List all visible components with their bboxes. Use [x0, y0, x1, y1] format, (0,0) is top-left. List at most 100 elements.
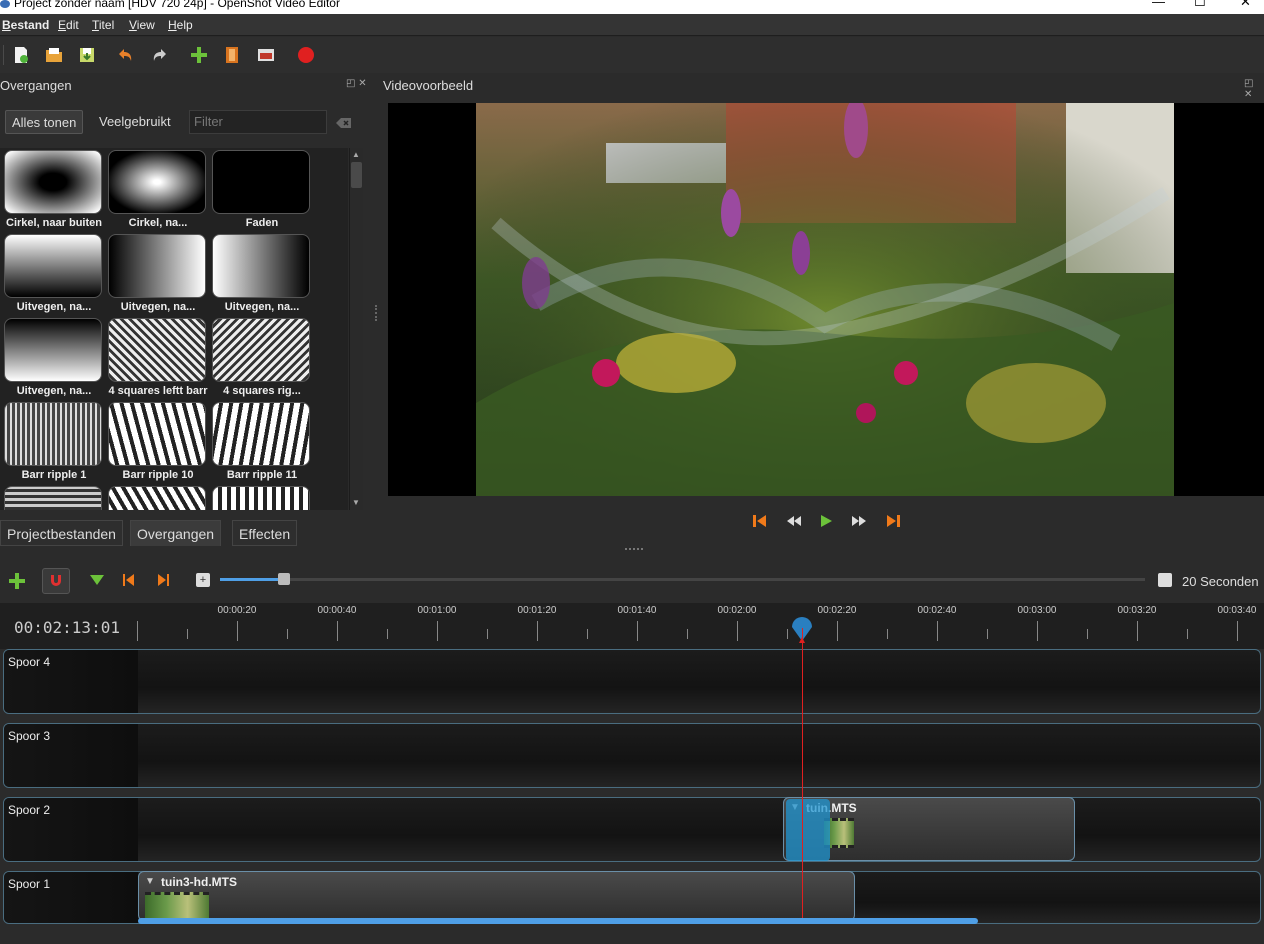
- jump-start-icon[interactable]: [751, 512, 769, 530]
- transition-thumb[interactable]: [2, 484, 106, 510]
- ruler-tick: [1087, 629, 1088, 639]
- play-icon[interactable]: [817, 512, 835, 530]
- transition-thumb[interactable]: Faden: [210, 148, 314, 232]
- scroll-up-icon[interactable]: ▲: [352, 150, 360, 159]
- zoom-slider-track[interactable]: [220, 578, 1145, 581]
- video-preview[interactable]: [388, 103, 1264, 496]
- track-name: Spoor 3: [8, 729, 51, 743]
- ruler-tick: [887, 629, 888, 639]
- jump-end-icon[interactable]: [884, 512, 902, 530]
- export-video-icon[interactable]: [296, 45, 316, 65]
- ruler-label: 00:01:40: [617, 605, 657, 616]
- transition-thumb[interactable]: Barr ripple 1: [2, 400, 106, 484]
- menu-titel[interactable]: Titel: [92, 18, 114, 32]
- app-icon: [0, 0, 10, 8]
- import-files-icon[interactable]: [189, 45, 209, 65]
- ruler-label: 00:01:00: [417, 605, 457, 616]
- ruler-tick: [937, 621, 938, 641]
- transition-thumb[interactable]: [210, 484, 314, 510]
- main-toolbar: [0, 37, 1264, 73]
- tab-projectbestanden[interactable]: Projectbestanden: [0, 520, 123, 546]
- tab-effecten[interactable]: Effecten: [232, 520, 298, 546]
- ruler-label: 00:03:40: [1217, 605, 1257, 616]
- transition-thumb[interactable]: Cirkel, naar buiten: [2, 148, 106, 232]
- transition-preview-image: [4, 150, 102, 214]
- window-title: Project zonder naam [HDV 720 24p] - Open…: [14, 0, 340, 10]
- transition-thumb[interactable]: Uitvegen, na...: [106, 232, 210, 316]
- undo-icon[interactable]: [115, 45, 135, 65]
- playhead-line: [802, 628, 803, 920]
- transition-label: Uitvegen, na...: [16, 385, 92, 397]
- ruler-tick: [137, 621, 138, 641]
- new-project-icon[interactable]: [11, 45, 31, 65]
- transition-thumb[interactable]: Uitvegen, na...: [2, 232, 106, 316]
- ruler-label: 00:02:20: [817, 605, 857, 616]
- menu-edit[interactable]: Edit: [58, 18, 79, 32]
- transition-label: Barr ripple 11: [226, 469, 298, 481]
- next-marker-icon[interactable]: [155, 572, 171, 588]
- transitions-scrollbar[interactable]: ▲ ▼: [349, 148, 363, 510]
- ruler-tick: [787, 629, 788, 639]
- transition-thumb[interactable]: Uitvegen, na...: [2, 316, 106, 400]
- add-marker-icon[interactable]: [89, 572, 105, 588]
- transition-preview-image: [212, 318, 310, 382]
- panel-float-close-icon[interactable]: ◰ ✕: [346, 78, 367, 89]
- transition-label: 4 squares leftt barr: [108, 385, 208, 397]
- ruler-label: 00:03:00: [1017, 605, 1057, 616]
- add-track-icon[interactable]: [8, 572, 26, 590]
- ruler-tick: [837, 621, 838, 641]
- transition-label: Barr ripple 10: [122, 469, 194, 481]
- fast-forward-icon[interactable]: [850, 512, 868, 530]
- show-all-button[interactable]: Alles tonen: [5, 110, 84, 134]
- fullscreen-icon[interactable]: [256, 45, 276, 65]
- transition-preview-image: [108, 234, 206, 298]
- rewind-icon[interactable]: [785, 512, 803, 530]
- zoom-slider-handle[interactable]: [278, 573, 290, 585]
- scroll-down-icon[interactable]: ▼: [352, 498, 360, 507]
- timeline-ruler[interactable]: 00:02:13:01 00:00:20 00:00:40 00:01:00 00:0…: [0, 603, 1264, 649]
- splitter-handle[interactable]: [375, 305, 377, 321]
- open-project-icon[interactable]: [44, 45, 64, 65]
- transition-thumb[interactable]: Barr ripple 11: [210, 400, 314, 484]
- transition-thumb[interactable]: [106, 484, 210, 510]
- snapping-toggle-button[interactable]: [42, 568, 70, 594]
- preview-float-close-icon[interactable]: ◰ ✕: [1244, 78, 1264, 100]
- zoom-out-icon[interactable]: [1158, 573, 1172, 587]
- clip-menu-icon[interactable]: ▼: [145, 876, 155, 887]
- transition-block[interactable]: [786, 799, 830, 861]
- redo-icon[interactable]: [150, 45, 170, 65]
- transition-thumb[interactable]: Barr ripple 10: [106, 400, 210, 484]
- ruler-tick: [387, 629, 388, 639]
- ruler-label: 00:01:20: [517, 605, 557, 616]
- transition-preview-image: [108, 402, 206, 466]
- transition-thumb[interactable]: Uitvegen, na...: [210, 232, 314, 316]
- ruler-tick: [187, 629, 188, 639]
- ruler-tick: [287, 629, 288, 639]
- choose-profile-icon[interactable]: [222, 45, 242, 65]
- clip-tuin3-hd[interactable]: ▼ tuin3-hd.MTS: [138, 871, 855, 922]
- transition-thumb[interactable]: Cirkel, na...: [106, 148, 210, 232]
- save-project-icon[interactable]: [77, 45, 97, 65]
- previous-marker-icon[interactable]: [121, 572, 137, 588]
- menu-help[interactable]: Help: [168, 18, 193, 32]
- close-button[interactable]: ✕: [1240, 0, 1251, 8]
- transition-thumb[interactable]: 4 squares leftt barr: [106, 316, 210, 400]
- track-4[interactable]: Spoor 4: [3, 649, 1261, 714]
- transition-preview-image: [108, 150, 206, 214]
- zoom-level-label: 20 Seconden: [1182, 574, 1259, 589]
- menu-bestand[interactable]: Bestand: [2, 18, 49, 32]
- track-name: Spoor 4: [8, 655, 51, 669]
- maximize-button[interactable]: ☐: [1194, 0, 1206, 8]
- common-button[interactable]: Veelgebruikt: [93, 110, 177, 134]
- panel-resize-handle[interactable]: [625, 548, 643, 550]
- ruler-tick: [487, 629, 488, 639]
- scrollbar-thumb[interactable]: [351, 162, 362, 188]
- transition-thumb[interactable]: 4 squares rig...: [210, 316, 314, 400]
- zoom-in-icon[interactable]: +: [196, 573, 210, 587]
- clear-filter-icon[interactable]: [336, 117, 352, 129]
- minimize-button[interactable]: —: [1152, 0, 1165, 8]
- filter-input[interactable]: Filter: [189, 110, 327, 134]
- menu-view[interactable]: View: [129, 18, 155, 32]
- tab-overgangen[interactable]: Overgangen: [130, 520, 222, 546]
- track-3[interactable]: Spoor 3: [3, 723, 1261, 788]
